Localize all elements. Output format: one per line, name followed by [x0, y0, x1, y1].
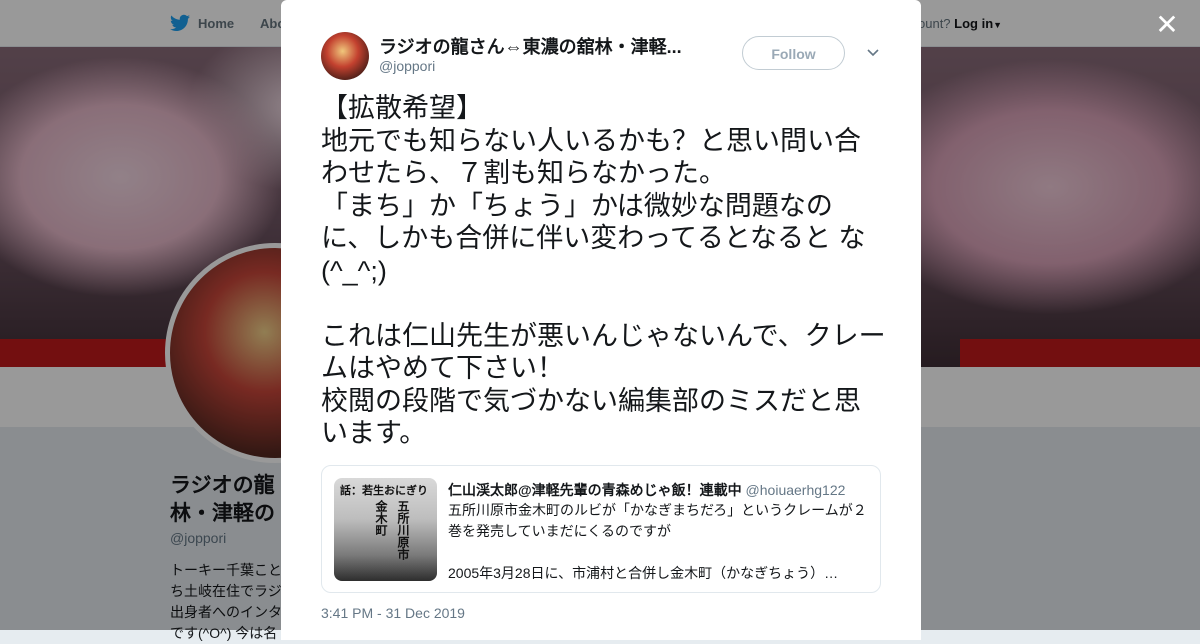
image-vertical-text-1: 五所川原市 — [396, 500, 410, 560]
quoted-tweet[interactable]: 話：若生おにぎり 五所川原市 金木町 仁山渓太郎@津軽先輩の青森めじゃ飯！連載中… — [321, 465, 881, 593]
image-banner-text: 話：若生おにぎり — [340, 485, 428, 497]
tweet-text: 【拡散希望】 地元でも知らない人いるかも？と思い問い合わせたら、７割も知らなかっ… — [321, 93, 886, 448]
tweet-modal: ラジオの龍さん⇔東濃の舘林・津軽... @joppori Follow 【拡散希… — [281, 0, 921, 640]
quoted-author: 仁山渓太郎@津軽先輩の青森めじゃ飯！連載中 @hoiuaerhg122 — [448, 480, 845, 500]
author-name[interactable]: ラジオの龍さん⇔東濃の舘林・津軽... — [379, 33, 699, 59]
close-icon[interactable]: ✕ — [1152, 10, 1182, 40]
quoted-tweet-image: 話：若生おにぎり 五所川原市 金木町 — [334, 478, 437, 581]
tweet-timestamp[interactable]: 3:41 PM - 31 Dec 2019 — [321, 605, 465, 621]
image-vertical-text-2: 金木町 — [374, 500, 388, 536]
author-handle[interactable]: @joppori — [379, 58, 435, 74]
follow-button[interactable]: Follow — [742, 36, 845, 70]
quoted-tweet-text: 五所川原市金木町のルビが「かなぎまちだろ」というクレームが２巻を発売していまだに… — [448, 502, 867, 581]
author-avatar[interactable] — [321, 32, 369, 80]
quoted-author-name: 仁山渓太郎@津軽先輩の青森めじゃ飯！連載中 — [448, 482, 742, 498]
chevron-down-icon[interactable] — [865, 44, 881, 60]
quoted-author-handle: @hoiuaerhg122 — [745, 482, 846, 498]
